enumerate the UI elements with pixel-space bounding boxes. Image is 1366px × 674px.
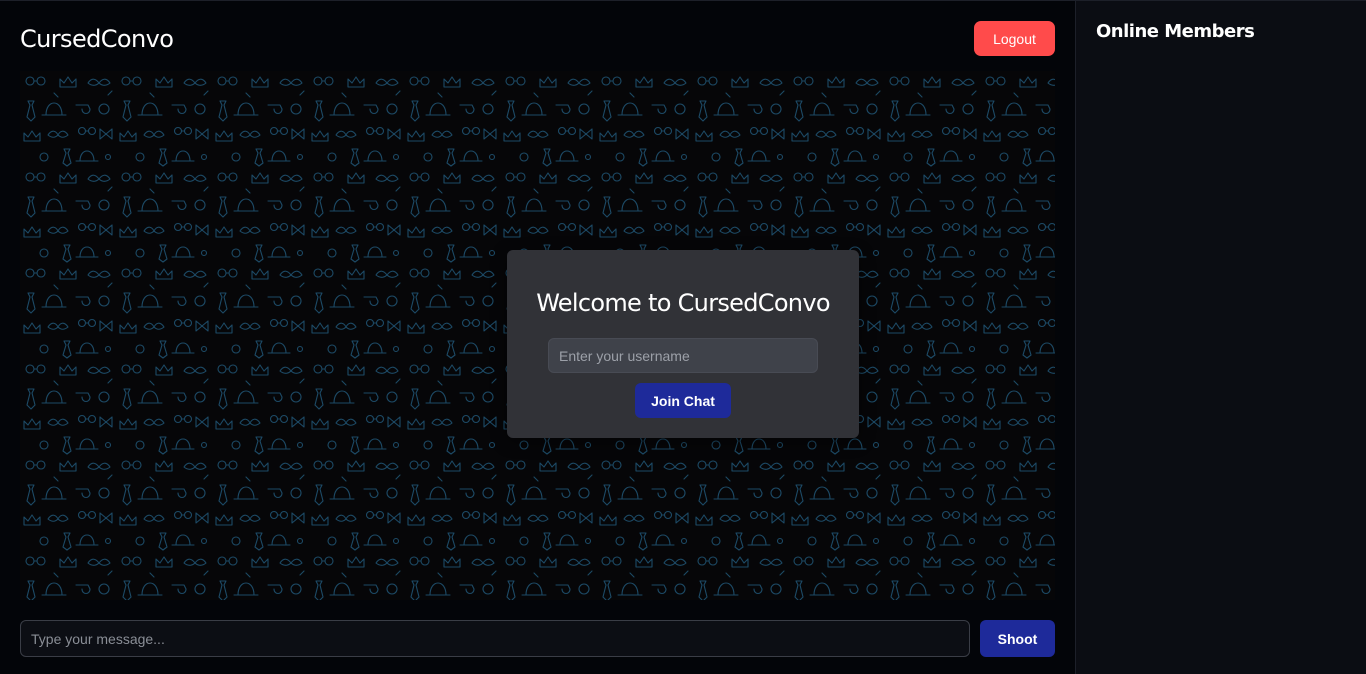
app-title: CursedConvo	[20, 25, 174, 53]
welcome-title: Welcome to CursedConvo	[536, 289, 830, 317]
logout-button[interactable]: Logout	[974, 21, 1055, 56]
chat-main-panel: CursedConvo Logout Welcome to CursedConv…	[0, 0, 1075, 674]
send-message-button[interactable]: Shoot	[980, 620, 1055, 657]
welcome-card: Welcome to CursedConvo Join Chat	[507, 250, 859, 438]
username-input[interactable]	[548, 338, 818, 373]
app-root: CursedConvo Logout Welcome to CursedConv…	[0, 0, 1366, 674]
chat-messages-area[interactable]: Welcome to CursedConvo Join Chat	[20, 71, 1055, 600]
message-input[interactable]	[20, 620, 970, 657]
online-members-sidebar: Online Members	[1075, 0, 1366, 674]
online-members-title: Online Members	[1096, 21, 1255, 42]
join-chat-button[interactable]: Join Chat	[635, 383, 731, 418]
